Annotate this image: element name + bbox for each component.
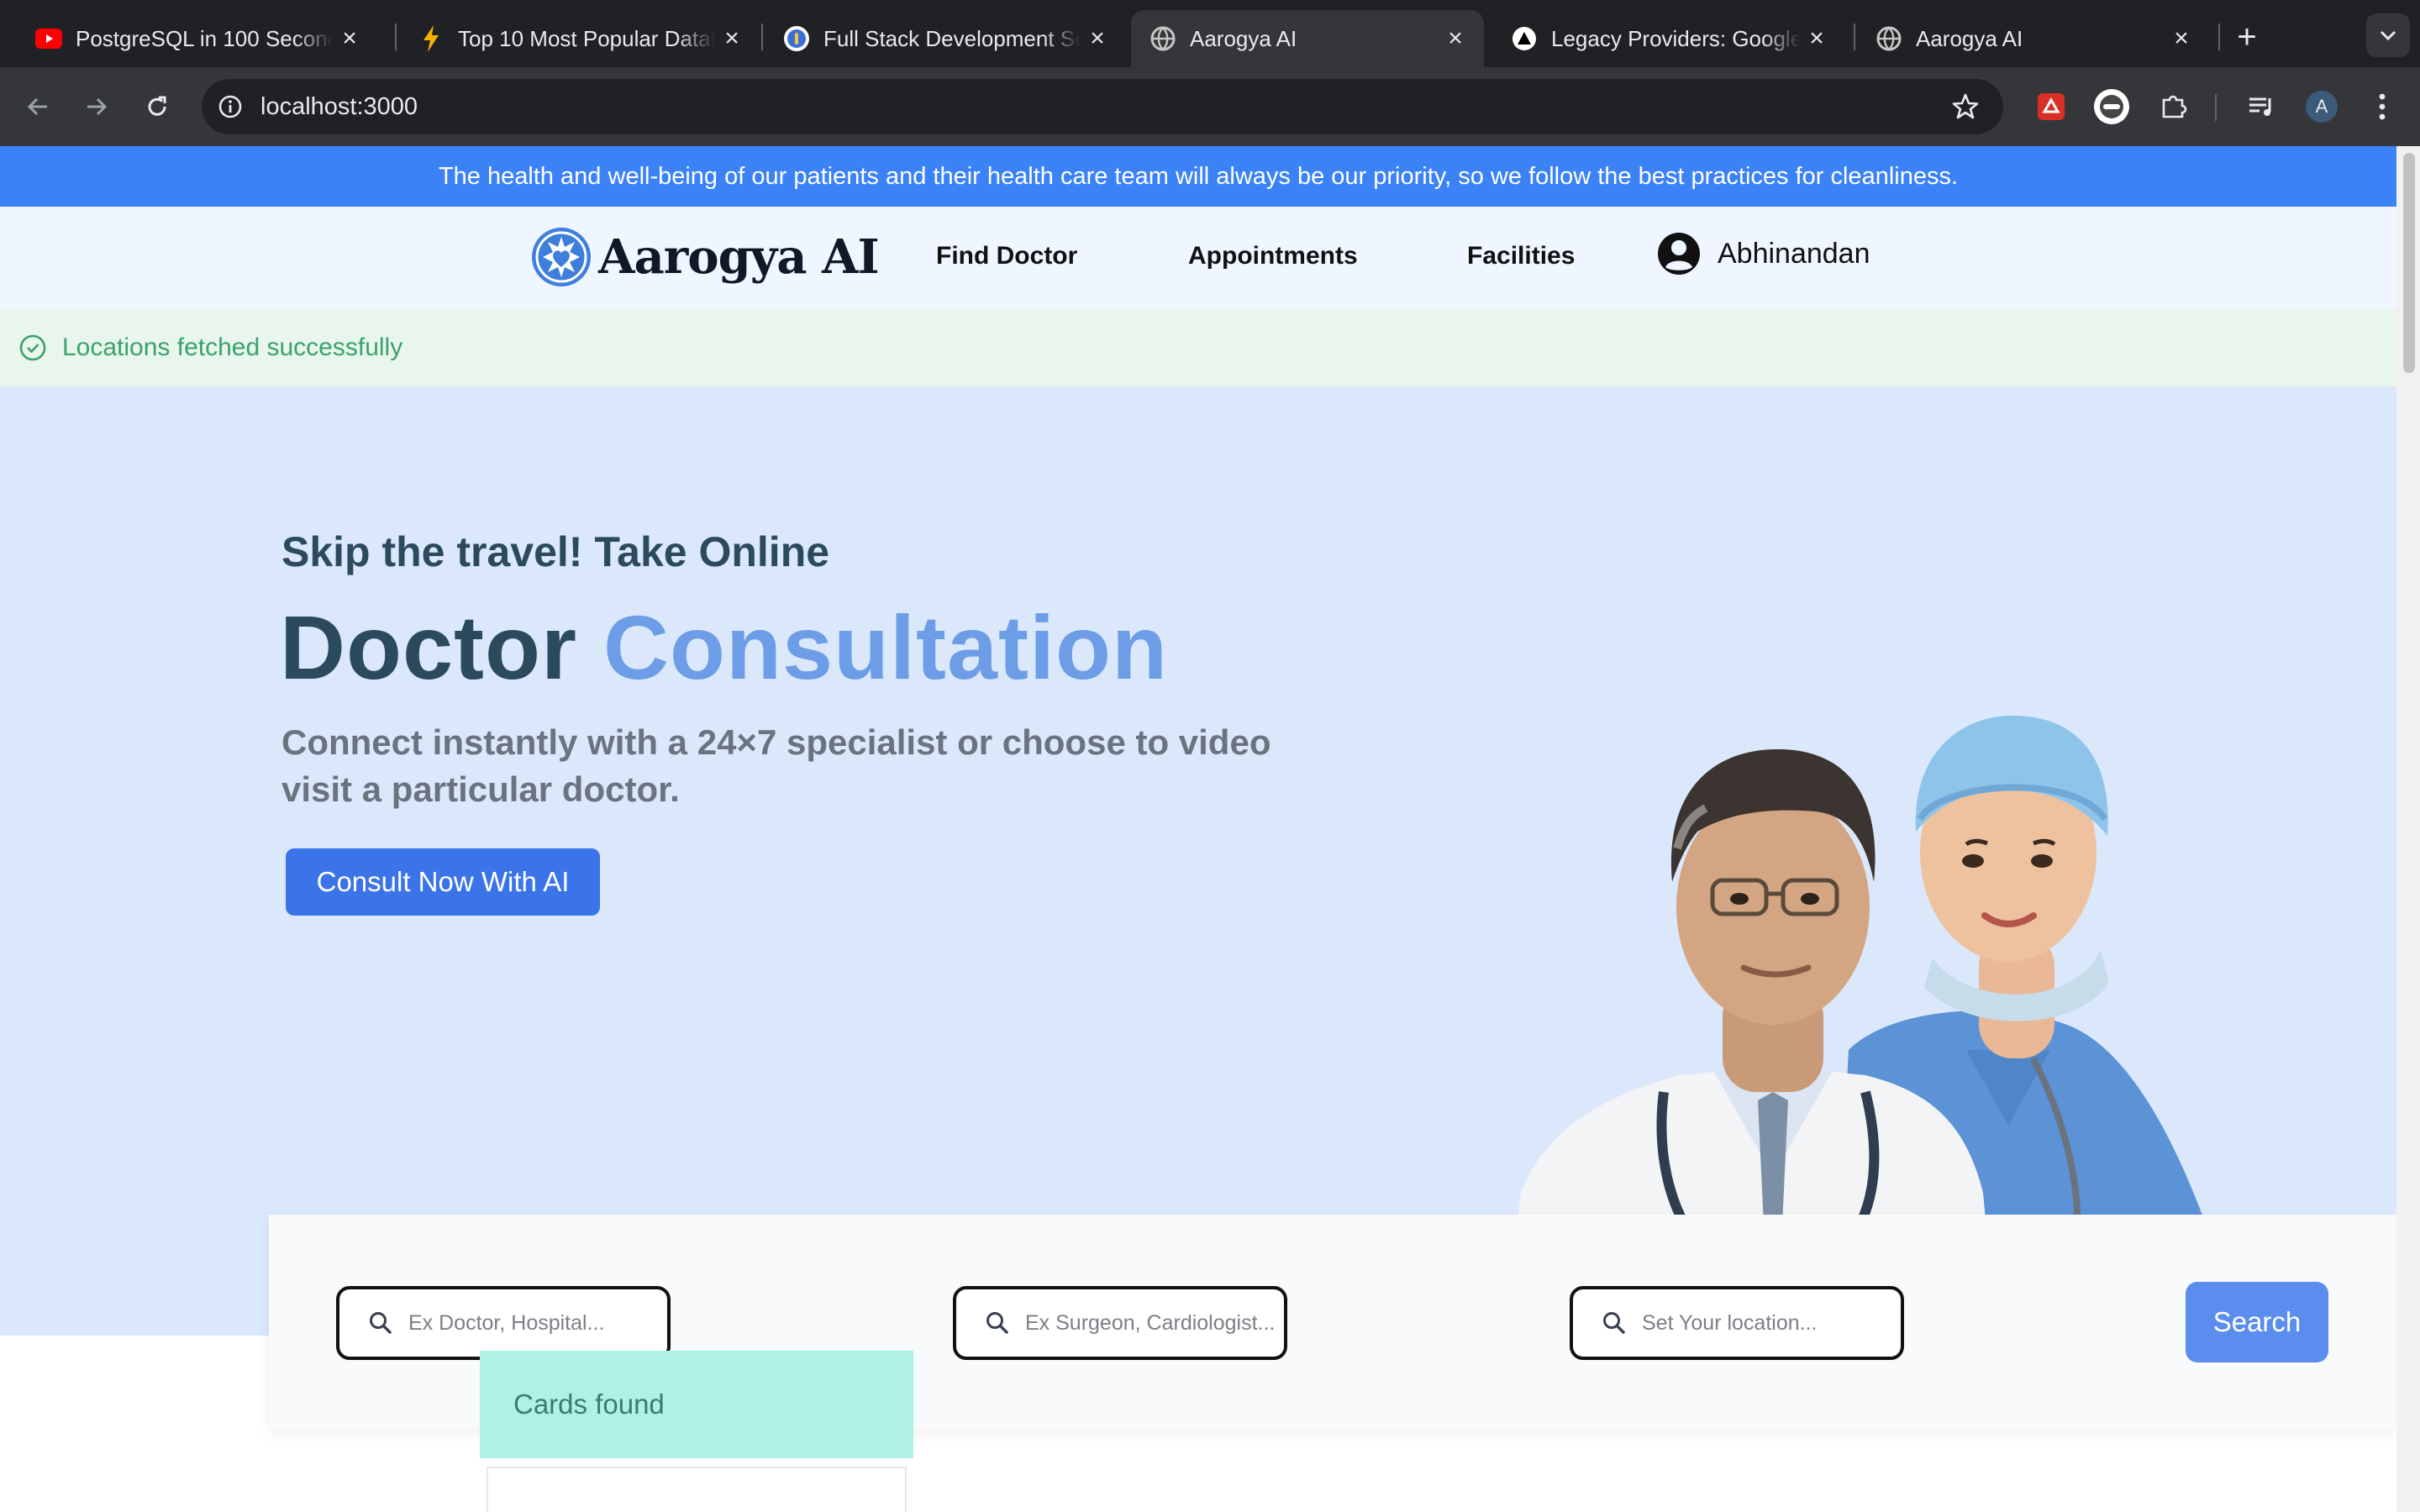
reload-button[interactable] — [136, 86, 178, 128]
youtube-icon — [35, 25, 62, 52]
nav-link-facilities[interactable]: Facilities — [1467, 242, 1575, 270]
close-tab-icon[interactable]: × — [1081, 22, 1114, 55]
profile-avatar[interactable]: A — [2301, 86, 2343, 128]
logo-icon — [532, 228, 591, 286]
search-icon — [986, 1312, 1008, 1334]
tab-title: Legacy Providers: Google — [1551, 25, 1800, 51]
hero-subtitle: Skip the travel! Take Online — [281, 528, 830, 575]
close-tab-icon[interactable]: × — [333, 22, 366, 55]
toolbar-divider — [2215, 94, 2217, 121]
forward-button[interactable] — [76, 86, 118, 128]
bookmark-star-icon[interactable] — [1948, 89, 1983, 124]
extension-icon[interactable] — [2030, 86, 2072, 128]
browser-tab[interactable]: Top 10 Most Popular Databases × — [399, 10, 760, 67]
toast-message: Locations fetched successfully — [62, 333, 403, 361]
tab-title: PostgreSQL in 100 Seconds — [76, 25, 333, 51]
location-search-input[interactable] — [1642, 1310, 1894, 1336]
tab-title: Aarogya AI — [1190, 25, 1297, 51]
tab-search-button[interactable] — [2366, 13, 2410, 57]
site-info-icon[interactable] — [212, 88, 249, 125]
bolt-icon — [418, 25, 445, 52]
globe-icon — [1150, 25, 1176, 52]
speciality-search-input[interactable] — [1025, 1310, 1277, 1336]
profile-initial: A — [2315, 96, 2328, 117]
user-circle-icon — [1658, 233, 1700, 275]
hero-title: Doctor Consultation — [280, 595, 1168, 700]
info-icon — [783, 25, 810, 52]
browser-tab[interactable]: Full Stack Development Series × — [765, 10, 1126, 67]
close-tab-icon[interactable]: × — [2165, 22, 2198, 55]
page-scrollbar[interactable] — [2396, 146, 2420, 1512]
web-page: The health and well-being of our patient… — [0, 146, 2396, 1512]
menu-kebab-icon[interactable] — [2361, 86, 2403, 128]
hero-section: Skip the travel! Take Online Doctor Cons… — [0, 386, 2396, 1430]
reload-icon — [148, 96, 166, 116]
browser-tab[interactable]: PostgreSQL in 100 Seconds × — [17, 10, 378, 67]
scrollbar-thumb[interactable] — [2403, 153, 2415, 373]
arrow-right-icon — [87, 97, 108, 116]
browser-tab[interactable]: Legacy Providers: Google × — [1492, 10, 1845, 67]
search-button[interactable]: Search — [2186, 1282, 2328, 1362]
hero-description: Connect instantly with a 24×7 specialist… — [281, 722, 1271, 809]
top-navbar: Aarogya AI Find Doctor Appointments Faci… — [0, 207, 2396, 309]
brand-name: Aarogya AI — [598, 229, 880, 285]
browser-tab[interactable]: Aarogya AI × — [1857, 10, 2210, 67]
tab-title: Top 10 Most Popular Databases — [458, 25, 715, 51]
search-icon — [370, 1312, 392, 1334]
tab-divider — [395, 24, 397, 50]
consult-now-button[interactable]: Consult Now With AI — [286, 848, 600, 916]
tab-title: Aarogya AI — [1916, 25, 2023, 51]
globe-icon — [1876, 25, 1902, 52]
triangle-icon — [1511, 25, 1538, 52]
result-card[interactable] — [487, 1467, 907, 1512]
close-tab-icon[interactable]: × — [1800, 22, 1833, 55]
chevron-down-icon — [2380, 30, 2396, 41]
tab-divider — [761, 24, 763, 50]
brand-logo[interactable]: Aarogya AI — [529, 225, 880, 289]
speciality-search-field[interactable] — [953, 1286, 1287, 1360]
cards-found-label: Cards found — [513, 1389, 665, 1420]
new-tab-button[interactable]: + — [2227, 17, 2267, 57]
doctor-search-field[interactable] — [336, 1286, 671, 1360]
tab-title: Full Stack Development Series — [823, 25, 1081, 51]
arrow-left-icon — [27, 97, 47, 116]
browser-toolbar: localhost:3000 A — [0, 67, 2420, 146]
check-circle-icon — [19, 334, 46, 361]
tab-divider — [1854, 24, 1855, 50]
hero-title-main: Doctor — [280, 596, 577, 698]
cards-found-header: Cards found — [480, 1351, 913, 1458]
address-bar[interactable]: localhost:3000 — [202, 79, 2003, 134]
url-text: localhost:3000 — [260, 92, 418, 120]
nav-link-appointments[interactable]: Appointments — [1188, 242, 1358, 270]
doctor-search-input[interactable] — [408, 1310, 660, 1336]
close-tab-icon[interactable]: × — [1439, 22, 1472, 55]
tab-divider — [2218, 24, 2220, 50]
hero-title-accent: Consultation — [603, 596, 1168, 698]
back-button[interactable] — [17, 86, 59, 128]
puzzle-icon[interactable] — [2153, 86, 2195, 128]
browser-tab-active[interactable]: Aarogya AI × — [1131, 10, 1484, 67]
banner-text: The health and well-being of our patient… — [438, 162, 1959, 190]
announcement-banner: The health and well-being of our patient… — [0, 146, 2396, 207]
success-toast: Locations fetched successfully — [0, 309, 2396, 386]
user-menu[interactable]: Abhinandan — [1657, 232, 1870, 276]
user-name: Abhinandan — [1718, 237, 1870, 270]
close-tab-icon[interactable]: × — [715, 22, 749, 55]
nav-link-find-doctor[interactable]: Find Doctor — [936, 242, 1077, 270]
search-icon — [1603, 1312, 1625, 1334]
media-queue-icon[interactable] — [2240, 86, 2282, 128]
browser-tab-strip: PostgreSQL in 100 Seconds × Top 10 Most … — [0, 0, 2420, 67]
extension-icon[interactable] — [2091, 86, 2133, 128]
location-search-field[interactable] — [1570, 1286, 1904, 1360]
